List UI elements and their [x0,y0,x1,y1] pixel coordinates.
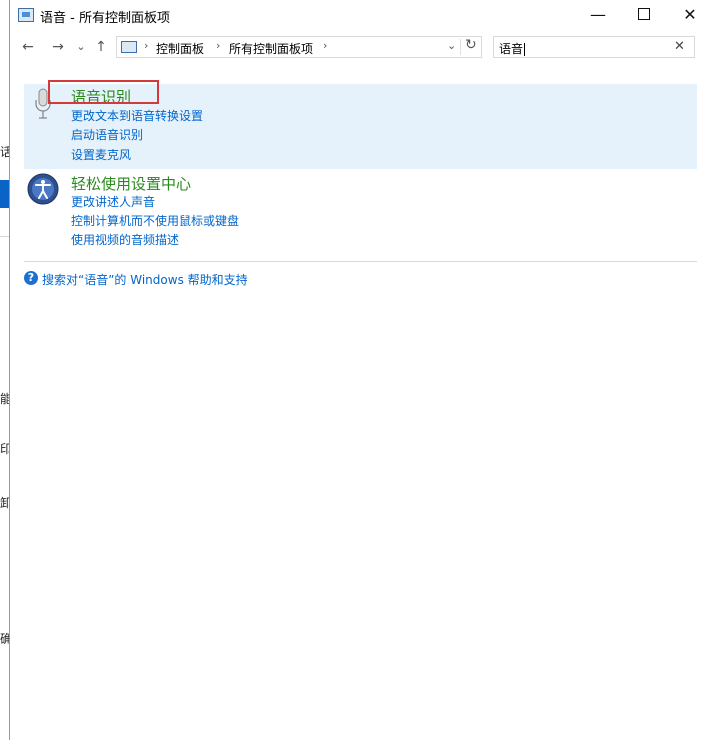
up-button[interactable]: ↑ [91,37,111,57]
maximize-button[interactable] [621,0,667,31]
breadcrumb-all-items[interactable]: 所有控制面板项 [229,40,313,57]
address-dropdown-icon[interactable]: ⌄ [447,39,456,52]
ease-of-access-center-link[interactable]: 轻松使用设置中心 [71,173,191,194]
control-panel-icon [18,8,34,22]
minimize-icon: — [590,5,606,24]
close-icon: ✕ [683,5,697,24]
clear-search-icon[interactable]: ✕ [674,39,685,54]
background-text: 印 [0,442,9,456]
task-link[interactable]: 设置麦克风 [71,146,131,163]
search-input[interactable]: 语音 [493,36,695,58]
window-title: 语音 - 所有控制面板项 [40,11,170,26]
title-bar: 语音 - 所有控制面板项 — ✕ [10,0,714,31]
back-button[interactable]: ← [18,37,38,57]
refresh-icon[interactable]: ↻ [465,37,477,53]
task-link[interactable]: 更改讲述人声音 [71,193,155,210]
annotation-highlight-box [48,80,159,104]
breadcrumb-separator-icon: › [144,39,149,52]
text-caret [524,43,526,56]
background-text: 能 [0,392,9,406]
background-text: 卸 [0,496,9,510]
control-panel-icon [121,41,137,53]
chevron-down-icon: ⌄ [76,40,86,53]
address-bar[interactable]: › 控制面板 › 所有控制面板项 › ⌄ ↻ [116,36,482,58]
section-divider [24,261,697,262]
minimize-button[interactable]: — [575,0,621,31]
forward-arrow-icon: → [52,39,64,55]
breadcrumb-separator-icon: › [216,39,221,52]
forward-button[interactable]: → [48,37,68,57]
up-arrow-icon: ↑ [95,39,107,55]
search-value: 语音 [499,42,524,56]
help-icon: ? [24,271,38,285]
breadcrumb-control-panel[interactable]: 控制面板 [156,40,204,57]
background-text: 话 [0,145,9,159]
windows-help-link[interactable]: 搜索对“语音”的 Windows 帮助和支持 [42,271,248,288]
ease-of-access-icon [27,173,59,205]
task-link[interactable]: 更改文本到语音转换设置 [71,107,203,124]
task-link[interactable]: 控制计算机而不使用鼠标或键盘 [71,212,239,229]
breadcrumb-separator-icon: › [323,39,328,52]
background-text: 确 [0,632,9,646]
task-link[interactable]: 使用视频的音频描述 [71,231,179,248]
background-divider [0,236,9,237]
back-arrow-icon: ← [22,39,34,55]
background-selected-item [0,180,9,208]
navigation-bar: ← → ⌄ ↑ › 控制面板 › 所有控制面板项 › ⌄ ↻ 语音 ✕ [10,33,714,61]
close-button[interactable]: ✕ [667,0,713,31]
address-divider [460,39,461,55]
maximize-icon [638,8,650,20]
recent-locations-button[interactable]: ⌄ [71,37,91,57]
control-panel-window: 语音 - 所有控制面板项 — ✕ ← → ⌄ ↑ › 控制面板 › 所有控制面板… [9,0,714,740]
task-link[interactable]: 启动语音识别 [71,126,143,143]
